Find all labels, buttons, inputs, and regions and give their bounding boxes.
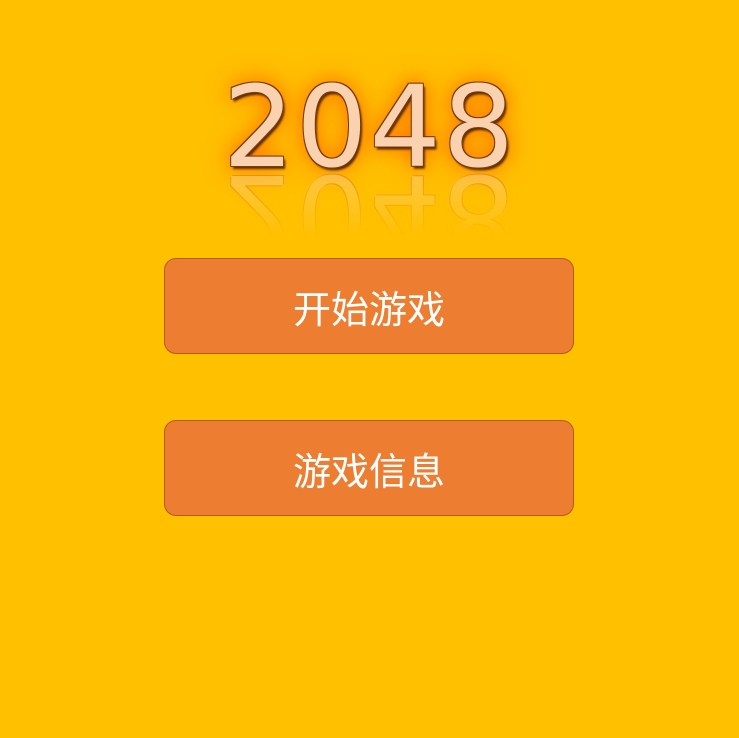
game-logo: 2048 2048 (0, 60, 739, 279)
start-game-label: 开始游戏 (292, 287, 445, 332)
game-info-button[interactable]: 游戏信息 (164, 420, 574, 516)
logo-reflection: 2048 (222, 149, 517, 279)
start-game-button[interactable]: 开始游戏 (164, 258, 574, 354)
game-info-label: 游戏信息 (292, 449, 445, 494)
